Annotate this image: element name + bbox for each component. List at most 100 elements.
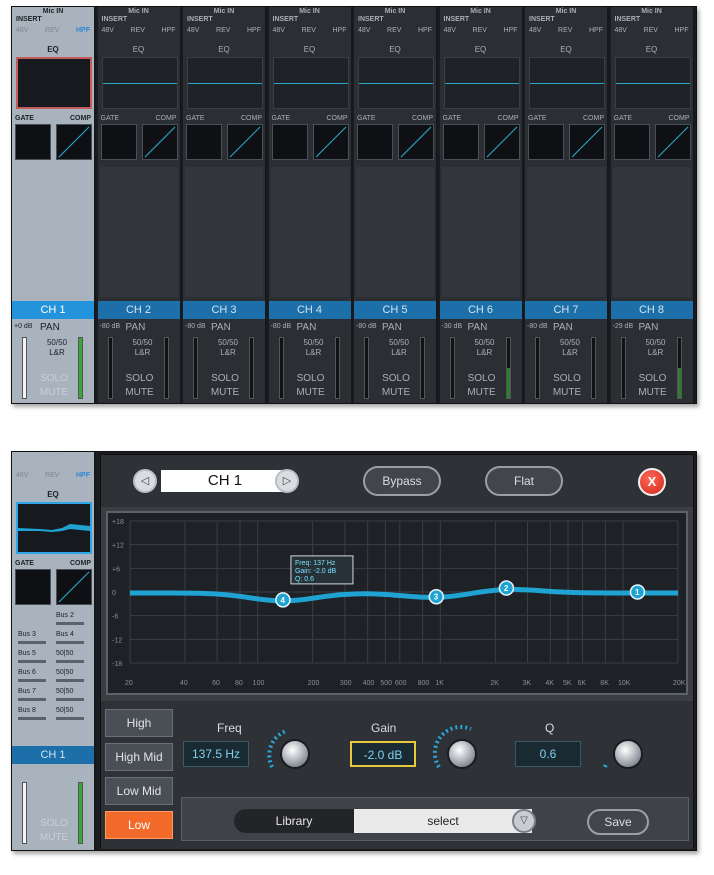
fader[interactable] bbox=[364, 337, 369, 399]
eq-thumbnail[interactable] bbox=[272, 57, 349, 109]
prev-channel-button[interactable]: ◁ bbox=[133, 469, 157, 493]
gate-thumbnail[interactable] bbox=[186, 124, 222, 160]
bus-send-bar[interactable] bbox=[56, 698, 84, 701]
insert-label[interactable]: INSERT bbox=[358, 16, 384, 23]
hpf-label[interactable]: HPF bbox=[247, 27, 261, 34]
48v-label[interactable]: 48V bbox=[16, 472, 28, 479]
48v-label[interactable]: 48V bbox=[273, 27, 285, 34]
mute-button[interactable]: MUTE bbox=[545, 387, 589, 398]
fader[interactable] bbox=[22, 337, 27, 399]
mute-button[interactable]: MUTE bbox=[32, 832, 76, 843]
gate-thumbnail[interactable] bbox=[271, 124, 308, 160]
bus-label[interactable]: 50|50 bbox=[56, 688, 73, 695]
bus-send-bar[interactable] bbox=[56, 660, 84, 663]
bus-send-bar[interactable] bbox=[56, 679, 84, 682]
band-button-high[interactable]: High bbox=[105, 709, 173, 737]
flat-button[interactable]: Flat bbox=[485, 466, 563, 496]
insert-label[interactable]: INSERT bbox=[16, 461, 42, 468]
rev-label[interactable]: REV bbox=[131, 27, 145, 34]
channel-name[interactable]: CH 8 bbox=[610, 301, 693, 319]
bus-label[interactable]: Bus 5 bbox=[18, 650, 36, 657]
gain-value[interactable]: -2.0 dB bbox=[350, 741, 416, 767]
bus-label[interactable]: 50|50 bbox=[56, 669, 73, 676]
channel-selector[interactable]: CH 1 bbox=[161, 470, 289, 492]
channel-name[interactable]: CH 7 bbox=[525, 301, 607, 319]
channel-name[interactable]: CH 3 bbox=[183, 301, 265, 319]
pan-value[interactable]: 50/50 bbox=[551, 338, 589, 347]
band-button-low[interactable]: Low bbox=[105, 811, 173, 839]
eq-thumbnail[interactable] bbox=[101, 57, 178, 109]
eq-thumbnail[interactable] bbox=[529, 57, 605, 109]
band-button-high-mid[interactable]: High Mid bbox=[105, 743, 173, 771]
insert-label[interactable]: INSERT bbox=[615, 16, 641, 23]
bus-label[interactable]: Bus 6 bbox=[18, 669, 36, 676]
pan-value[interactable]: 50/50 bbox=[466, 338, 504, 347]
pan-value[interactable]: 50/50 bbox=[637, 338, 675, 347]
gate-thumbnail[interactable] bbox=[15, 124, 51, 160]
gain-knob[interactable] bbox=[447, 739, 477, 769]
hpf-label[interactable]: HPF bbox=[504, 27, 518, 34]
solo-button[interactable]: SOLO bbox=[32, 818, 76, 829]
pan-value[interactable]: 50/50 bbox=[209, 338, 247, 347]
hpf-label[interactable]: HPF bbox=[76, 472, 90, 479]
hpf-label[interactable]: HPF bbox=[333, 27, 347, 34]
bus-send-bar[interactable] bbox=[56, 717, 84, 720]
q-knob[interactable] bbox=[613, 739, 643, 769]
library-select[interactable]: select bbox=[354, 809, 532, 833]
gate-thumbnail[interactable] bbox=[442, 124, 479, 160]
bus-label[interactable]: Bus 7 bbox=[18, 688, 36, 695]
bus-label[interactable]: Bus 4 bbox=[56, 631, 74, 638]
bus-send-bar[interactable] bbox=[56, 622, 84, 625]
gate-thumbnail[interactable] bbox=[357, 124, 393, 160]
close-button[interactable]: X bbox=[638, 468, 666, 496]
mute-button[interactable]: MUTE bbox=[32, 387, 76, 398]
rev-label[interactable]: REV bbox=[45, 472, 59, 479]
bus-send-bar[interactable] bbox=[18, 679, 46, 682]
solo-button[interactable]: SOLO bbox=[203, 373, 247, 384]
rev-label[interactable]: REV bbox=[387, 27, 401, 34]
bus-send-bar[interactable] bbox=[18, 698, 46, 701]
hpf-label[interactable]: HPF bbox=[162, 27, 176, 34]
solo-button[interactable]: SOLO bbox=[545, 373, 589, 384]
comp-thumbnail[interactable] bbox=[227, 124, 263, 160]
bus-label[interactable]: Bus 8 bbox=[18, 707, 36, 714]
comp-thumbnail[interactable] bbox=[483, 124, 520, 160]
48v-label[interactable]: 48V bbox=[444, 27, 456, 34]
mute-button[interactable]: MUTE bbox=[460, 387, 504, 398]
solo-button[interactable]: SOLO bbox=[32, 373, 76, 384]
freq-knob[interactable] bbox=[280, 739, 310, 769]
pan-value[interactable]: 50/50 bbox=[124, 338, 162, 347]
hpf-label[interactable]: HPF bbox=[418, 27, 432, 34]
solo-button[interactable]: SOLO bbox=[289, 373, 333, 384]
fader[interactable] bbox=[22, 782, 27, 844]
pan-value[interactable]: 50/50 bbox=[38, 783, 76, 792]
48v-label[interactable]: 48V bbox=[187, 27, 199, 34]
insert-label[interactable]: INSERT bbox=[16, 16, 42, 23]
channel-name[interactable]: CH 6 bbox=[439, 301, 522, 319]
bus-label[interactable]: 50|50 bbox=[56, 650, 73, 657]
48v-label[interactable]: 48V bbox=[102, 27, 114, 34]
channel-name[interactable]: CH 5 bbox=[354, 301, 436, 319]
eq-curve-svg[interactable]: +18 +12 +6 0 -6 -12 -18 20 40 60 80 100 200 300 400 500… bbox=[108, 513, 686, 693]
fader[interactable] bbox=[449, 337, 455, 399]
eq-thumbnail[interactable] bbox=[16, 502, 92, 554]
solo-button[interactable]: SOLO bbox=[631, 373, 675, 384]
fader[interactable] bbox=[620, 337, 626, 399]
insert-label[interactable]: INSERT bbox=[444, 16, 470, 23]
channel-name[interactable]: CH 2 bbox=[97, 301, 180, 319]
mute-button[interactable]: MUTE bbox=[118, 387, 162, 398]
fader[interactable] bbox=[107, 337, 113, 399]
comp-thumbnail[interactable] bbox=[56, 569, 92, 605]
comp-thumbnail[interactable] bbox=[654, 124, 691, 160]
channel-name[interactable]: CH 1 bbox=[12, 301, 94, 319]
bus-label[interactable]: Bus 3 bbox=[18, 631, 36, 638]
comp-thumbnail[interactable] bbox=[398, 124, 434, 160]
hpf-label[interactable]: HPF bbox=[76, 27, 90, 34]
bus-label[interactable]: 50|50 bbox=[56, 707, 73, 714]
bypass-button[interactable]: Bypass bbox=[363, 466, 441, 496]
eq-thumbnail[interactable] bbox=[614, 57, 691, 109]
48v-label[interactable]: 48V bbox=[615, 27, 627, 34]
gate-thumbnail[interactable] bbox=[613, 124, 650, 160]
insert-label[interactable]: INSERT bbox=[102, 16, 128, 23]
rev-label[interactable]: REV bbox=[45, 27, 59, 34]
